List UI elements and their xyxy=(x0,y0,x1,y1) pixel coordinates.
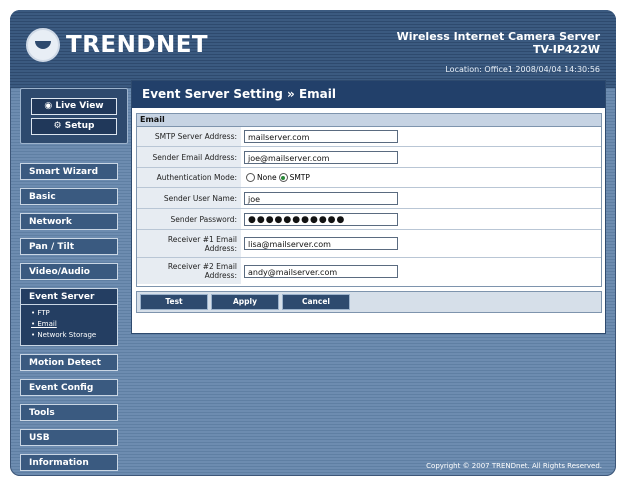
auth-smtp-label: SMTP xyxy=(289,173,310,182)
subnav-ftp[interactable]: • FTP xyxy=(31,308,117,319)
password-label: Sender Password: xyxy=(137,209,241,229)
page-title: Event Server Setting » Email xyxy=(132,81,605,108)
user-label: Sender User Name: xyxy=(137,188,241,208)
nav-usb[interactable]: USB xyxy=(20,429,118,446)
auth-none-radio[interactable] xyxy=(246,173,255,182)
event-server-submenu: • FTP • Email • Network Storage xyxy=(20,305,118,346)
nav-event-config[interactable]: Event Config xyxy=(20,379,118,396)
button-bar: Test Apply Cancel xyxy=(136,291,602,313)
sidebar: ◉ Live View ⚙ Setup Smart Wizard Basic N… xyxy=(20,88,128,471)
subnav-network-storage[interactable]: • Network Storage xyxy=(31,330,117,341)
location-datetime: Location: Office1 2008/04/04 14:30:56 xyxy=(445,65,600,74)
test-button[interactable]: Test xyxy=(140,294,208,310)
nav-basic[interactable]: Basic xyxy=(20,188,118,205)
nav-tools[interactable]: Tools xyxy=(20,404,118,421)
trendnet-logo: TRENDNET xyxy=(26,28,208,62)
receiver2-email-input[interactable]: andy@mailserver.com xyxy=(244,264,398,278)
user-row: Sender User Name: joe xyxy=(137,188,601,209)
nav-smart-wizard[interactable]: Smart Wizard xyxy=(20,163,118,180)
sender-password-input[interactable]: ●●●●●●●●●●● xyxy=(244,212,398,226)
sender-user-input[interactable]: joe xyxy=(244,191,398,205)
cancel-button[interactable]: Cancel xyxy=(282,294,350,310)
view-mode-box: ◉ Live View ⚙ Setup xyxy=(20,88,128,144)
nav-motion-detect[interactable]: Motion Detect xyxy=(20,354,118,371)
smtp-row: SMTP Server Address: mailserver.com xyxy=(137,127,601,147)
live-view-button[interactable]: ◉ Live View xyxy=(31,98,117,115)
smtp-label: SMTP Server Address: xyxy=(137,127,241,146)
auth-smtp-radio[interactable] xyxy=(278,173,288,182)
product-line: Wireless Internet Camera Server xyxy=(396,30,600,43)
logo-icon xyxy=(26,28,60,62)
nav-pan-tilt[interactable]: Pan / Tilt xyxy=(20,238,118,255)
product-model: TV-IP422W xyxy=(532,43,600,56)
auth-none-label: None xyxy=(257,173,277,182)
receiver2-label: Receiver #2 Email Address: xyxy=(137,258,241,284)
receiver1-row: Receiver #1 Email Address: lisa@mailserv… xyxy=(137,230,601,258)
apply-button[interactable]: Apply xyxy=(211,294,279,310)
password-row: Sender Password: ●●●●●●●●●●● xyxy=(137,209,601,230)
logo-text: TRENDNET xyxy=(66,32,209,58)
nav-network[interactable]: Network xyxy=(20,213,118,230)
product-title: Wireless Internet Camera Server TV-IP422… xyxy=(397,30,600,56)
sender-email-row: Sender Email Address: joe@mailserver.com xyxy=(137,147,601,168)
eye-icon: ◉ xyxy=(44,101,56,111)
receiver2-row: Receiver #2 Email Address: andy@mailserv… xyxy=(137,258,601,284)
main-frame: TRENDNET Wireless Internet Camera Server… xyxy=(10,10,616,476)
nav-event-server[interactable]: Event Server xyxy=(20,288,118,305)
gear-icon: ⚙ xyxy=(53,121,65,131)
subnav-email[interactable]: • Email xyxy=(31,319,117,330)
nav-information[interactable]: Information xyxy=(20,454,118,471)
smtp-server-input[interactable]: mailserver.com xyxy=(244,130,398,143)
setup-button[interactable]: ⚙ Setup xyxy=(31,118,117,135)
sender-email-label: Sender Email Address: xyxy=(137,147,241,167)
auth-label: Authentication Mode: xyxy=(137,168,241,187)
receiver1-email-input[interactable]: lisa@mailserver.com xyxy=(244,237,398,250)
auth-row: Authentication Mode: None SMTP xyxy=(137,168,601,188)
section-header: Email xyxy=(137,114,601,127)
nav-video-audio[interactable]: Video/Audio xyxy=(20,263,118,280)
email-form: Email SMTP Server Address: mailserver.co… xyxy=(136,113,602,287)
receiver1-label: Receiver #1 Email Address: xyxy=(137,230,241,257)
sender-email-input[interactable]: joe@mailserver.com xyxy=(244,150,398,164)
content-panel: Event Server Setting » Email Email SMTP … xyxy=(131,80,606,334)
header: TRENDNET Wireless Internet Camera Server… xyxy=(10,10,616,88)
copyright: Copyright © 2007 TRENDnet. All Rights Re… xyxy=(426,462,602,470)
